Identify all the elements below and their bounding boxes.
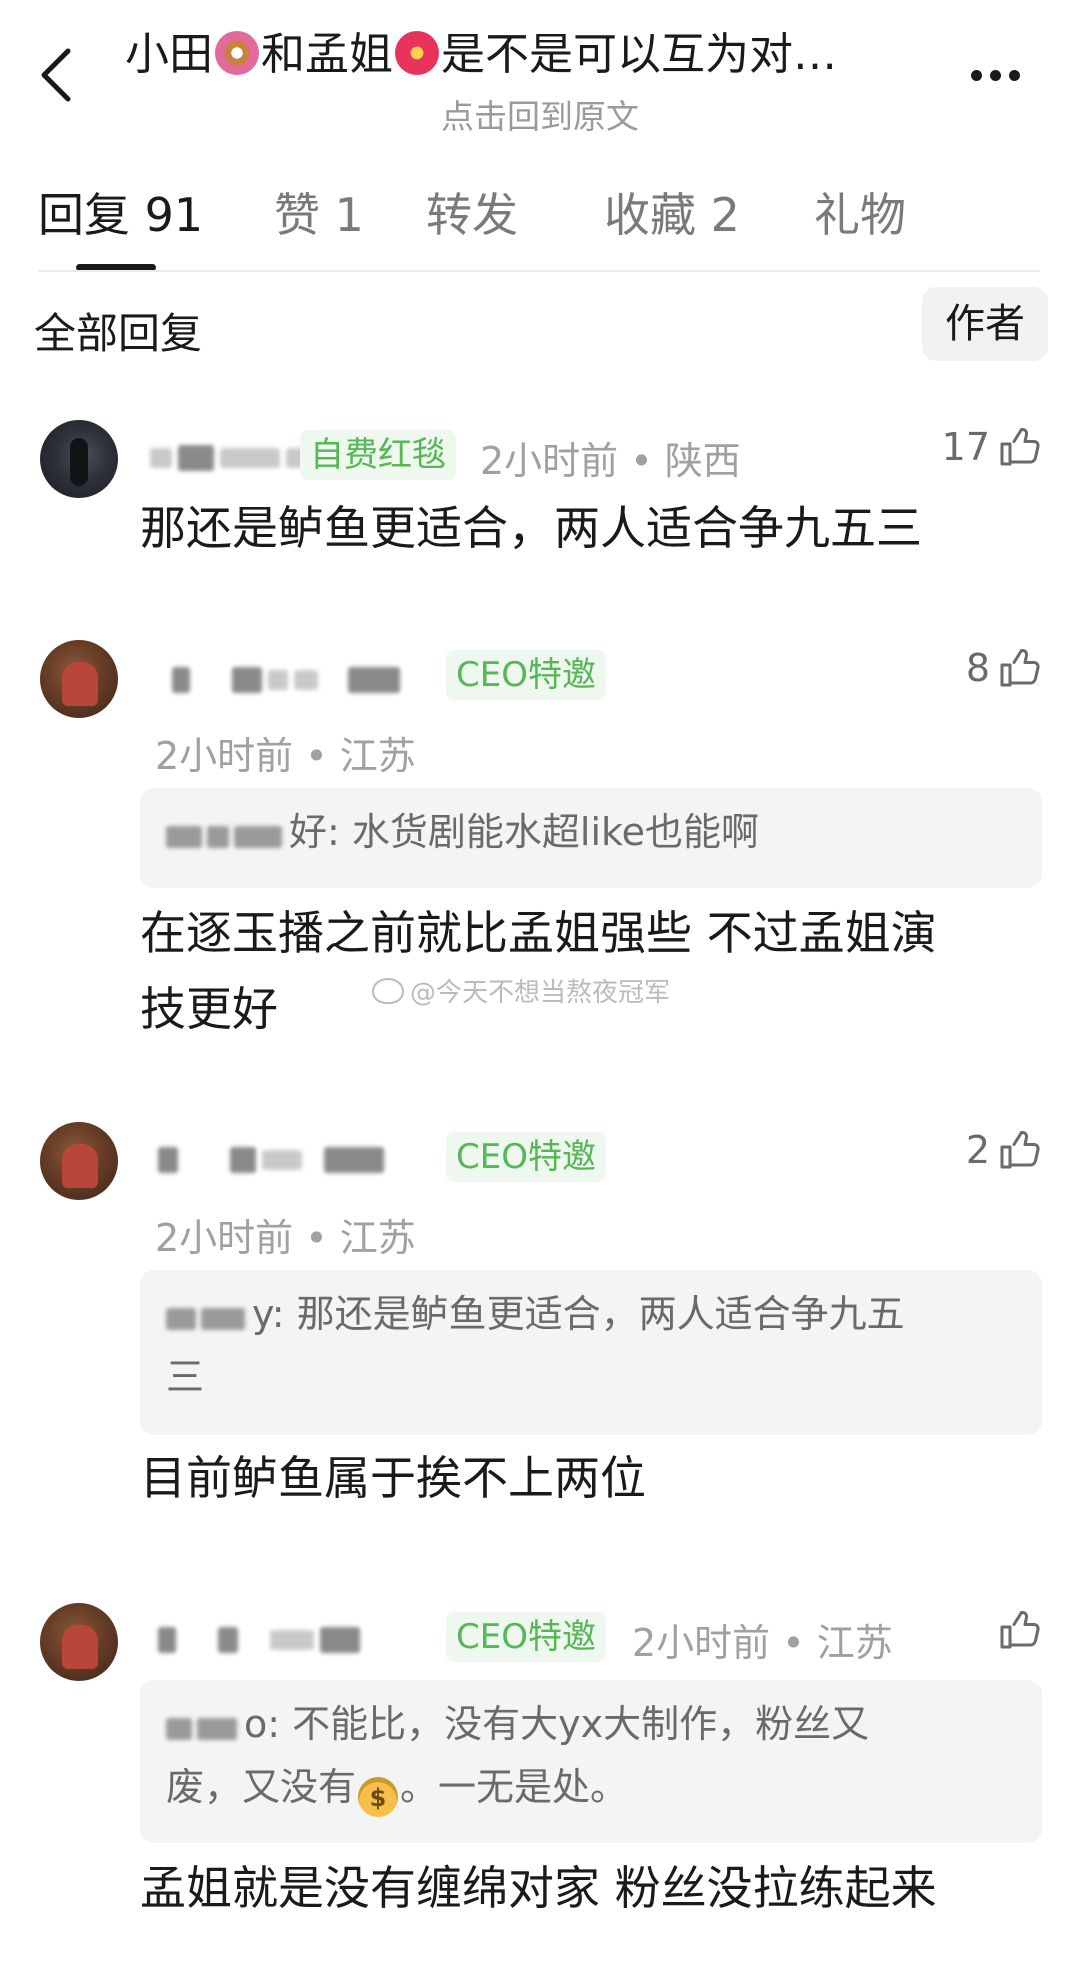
quoted-text-line: 三 <box>166 1354 205 1399</box>
quoted-reply[interactable]: 好: 水货剧能水超like也能啊 <box>140 788 1042 888</box>
comment-meta: 2小时前 • 陕西 <box>480 439 741 483</box>
thumbs-up-icon <box>1000 1131 1040 1169</box>
avatar[interactable] <box>40 1603 118 1681</box>
quoted-reply[interactable]: o: 不能比，没有大yx大制作，粉丝又 废，又没有 $ 。一无是处。 <box>140 1680 1042 1843</box>
avatar[interactable] <box>40 420 118 498</box>
comment-text-line: 在逐玉播之前就比孟姐强些 不过孟姐演 <box>140 906 937 960</box>
quoted-username-blurred <box>166 1697 242 1757</box>
avatar[interactable] <box>40 1122 118 1200</box>
money-bag-emoji-icon: $ <box>358 1776 399 1817</box>
more-dot-icon <box>1008 69 1020 81</box>
username-blurred[interactable] <box>172 660 406 700</box>
tab-likes[interactable]: 赞 1 <box>274 180 364 250</box>
quoted-text-line: y: 那还是鲈鱼更适合，两人适合争九五 <box>166 1284 1016 1347</box>
like-button[interactable]: 8 <box>900 643 1040 693</box>
tab-gifts[interactable]: 礼物 <box>814 180 906 250</box>
thumbs-up-icon <box>1000 1611 1040 1649</box>
user-badge: 自费红毯 <box>300 430 456 480</box>
username-blurred[interactable] <box>158 1140 390 1180</box>
quoted-text: o: 不能比，没有大yx大制作，粉丝又 <box>244 1702 870 1746</box>
quoted-text: 。一无是处。 <box>400 1764 629 1809</box>
comment-meta: 2小时前 • 江苏 <box>155 1216 416 1260</box>
comment-meta: 2小时前 • 江苏 <box>155 734 416 778</box>
avatar[interactable] <box>40 640 118 718</box>
quoted-text: 好: 水货剧能水超like也能啊 <box>289 810 760 854</box>
avatar-figure <box>70 438 88 486</box>
quoted-text: 废，又没有 <box>166 1764 357 1809</box>
hibiscus-emoji-icon <box>395 31 439 75</box>
thumbs-up-icon <box>1000 428 1040 466</box>
like-count: 17 <box>941 425 990 469</box>
user-badge: CEO特邀 <box>446 1612 606 1662</box>
user-badge: CEO特邀 <box>446 1132 606 1182</box>
like-button[interactable] <box>980 1605 1040 1655</box>
tabs-divider <box>38 270 1040 272</box>
watermark-text: @今天不想当熬夜冠军 <box>410 978 671 1008</box>
like-count: 8 <box>965 646 990 690</box>
title-text-3: 是不是可以互为对… <box>441 29 837 80</box>
quoted-text-line: 废，又没有 $ 。一无是处。 <box>166 1757 1016 1817</box>
like-count: 2 <box>965 1128 990 1172</box>
comment-text: 在逐玉播之前就比孟姐强些 不过孟姐演 技更好 <box>140 895 1040 1047</box>
author-filter-button[interactable]: 作者 <box>922 287 1048 361</box>
comment-text: 那还是鲈鱼更适合，两人适合争九五三 <box>140 501 922 555</box>
avatar-figure <box>62 1625 98 1669</box>
like-button[interactable]: 2 <box>900 1125 1040 1175</box>
quoted-text: y: 那还是鲈鱼更适合，两人适合争九五 <box>252 1292 905 1336</box>
thumbs-up-icon <box>1000 649 1040 687</box>
title-text-2: 和孟姐 <box>261 29 393 80</box>
avatar-figure <box>62 662 98 706</box>
like-button[interactable]: 17 <box>900 422 1040 472</box>
quoted-text-line: o: 不能比，没有大yx大制作，粉丝又 <box>166 1694 1016 1757</box>
tab-replies[interactable]: 回复 91 <box>38 180 203 250</box>
quoted-reply[interactable]: y: 那还是鲈鱼更适合，两人适合争九五 三 <box>140 1270 1042 1435</box>
top-bar: 小田 和孟姐 是不是可以互为对… 点击回到原文 <box>0 0 1080 140</box>
tab-favorites[interactable]: 收藏 2 <box>604 180 740 250</box>
more-options-button[interactable] <box>960 55 1030 95</box>
post-title[interactable]: 小田 和孟姐 是不是可以互为对… <box>125 28 935 82</box>
title-text-1: 小田 <box>125 29 213 80</box>
tab-bar: 回复 91 赞 1 转发 收藏 2 礼物 <box>38 180 1038 260</box>
more-dot-icon <box>989 69 1001 81</box>
comment-meta: 2小时前 • 江苏 <box>632 1621 893 1665</box>
tab-reposts[interactable]: 转发 <box>426 180 518 250</box>
comment-text: 目前鲈鱼属于挨不上两位 <box>140 1451 646 1505</box>
back-to-original-link[interactable]: 点击回到原文 <box>0 90 1080 138</box>
comment-text: 孟姐就是没有缠绵对家 粉丝没拉练起来 <box>140 1861 937 1915</box>
quoted-username-blurred <box>166 1287 250 1347</box>
donut-emoji-icon <box>215 31 259 75</box>
quoted-username-blurred <box>166 805 287 865</box>
all-replies-title: 全部回复 <box>34 309 203 358</box>
avatar-figure <box>62 1144 98 1188</box>
more-dot-icon <box>970 69 982 81</box>
user-badge: CEO特邀 <box>446 650 606 700</box>
watermark: @今天不想当熬夜冠军 <box>372 972 670 1009</box>
weibo-logo-icon <box>372 977 404 1004</box>
username-blurred[interactable] <box>158 1620 366 1660</box>
